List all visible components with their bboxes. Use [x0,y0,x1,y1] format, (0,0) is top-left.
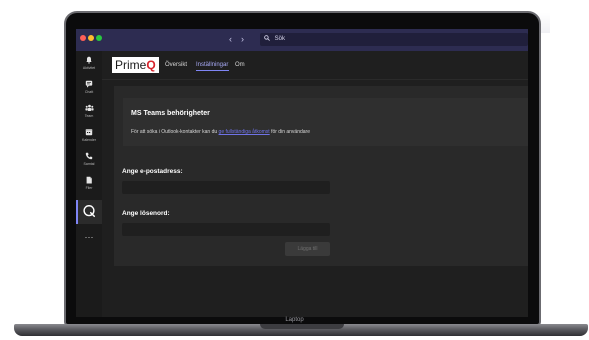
laptop-label: Laptop [285,317,304,323]
rail-item-team[interactable]: Team [76,104,102,119]
file-icon [76,176,102,186]
rail-label: Samtal [83,162,95,166]
add-button[interactable]: Lägga till [285,242,330,256]
logo-q: Q [146,58,156,72]
password-label: Ange lösenord: [122,210,170,217]
laptop-mockup: ‹ › Sök Aktivitet Chatt Team Kalender Sa… [0,0,589,340]
email-label: Ange e-postadress: [122,168,183,175]
grant-access-link[interactable]: ge fullständiga åtkomst [219,129,270,135]
card-text-before: För att söka i Outlook-kontakter kan du [131,129,219,135]
calendar-icon [76,128,102,138]
card-description: För att söka i Outlook-kontakter kan du … [131,129,310,135]
card-text-after: för din användare [269,129,310,135]
email-field[interactable] [122,181,330,194]
rail-label: Aktivitet [82,66,96,70]
search-placeholder: Sök [274,36,286,42]
rail-label: Filer [85,186,93,190]
forward-arrow-icon[interactable]: › [241,33,244,45]
rail-item-chat[interactable]: Chatt [76,80,102,95]
app-header: PrimeQ Översikt Inställningar Om [102,51,528,80]
active-indicator [76,200,78,224]
card-title: MS Teams behörigheter [131,110,210,117]
title-bar: ‹ › Sök [76,29,528,51]
phone-icon [76,152,102,162]
minimize-window-button[interactable] [88,35,94,41]
primeq-app-icon[interactable] [82,204,96,218]
bell-icon [76,56,102,66]
password-field[interactable] [122,223,330,236]
tab-oversikt[interactable]: Översikt [165,61,187,69]
more-apps-icon[interactable]: ··· [76,232,102,242]
team-icon [76,104,102,114]
rail-item-calls[interactable]: Samtal [76,152,102,167]
rail-item-files[interactable]: Filer [76,176,102,191]
search-input[interactable]: Sök [260,33,528,46]
primeq-logo: PrimeQ [112,57,159,73]
tab-om[interactable]: Om [235,61,245,69]
maximize-window-button[interactable] [96,35,102,41]
logo-text: Prime [115,58,147,72]
chat-icon [76,80,102,90]
close-window-button[interactable] [80,35,86,41]
laptop-notch [260,324,344,329]
rail-item-activity[interactable]: Aktivitet [76,56,102,71]
permissions-card: MS Teams behörigheter För att söka i Out… [123,98,528,146]
tab-installningar[interactable]: Inställningar [196,61,228,69]
rail-item-calendar[interactable]: Kalender [76,128,102,143]
rail-label: Kalender [81,138,96,142]
app-rail: Aktivitet Chatt Team Kalender Samtal Fil… [76,51,102,317]
search-icon [264,35,272,42]
teams-window: ‹ › Sök Aktivitet Chatt Team Kalender Sa… [76,29,528,317]
rail-label: Chatt [84,90,94,94]
rail-label: Team [84,114,94,118]
active-tab-underline [196,70,229,71]
back-arrow-icon[interactable]: ‹ [229,33,232,45]
